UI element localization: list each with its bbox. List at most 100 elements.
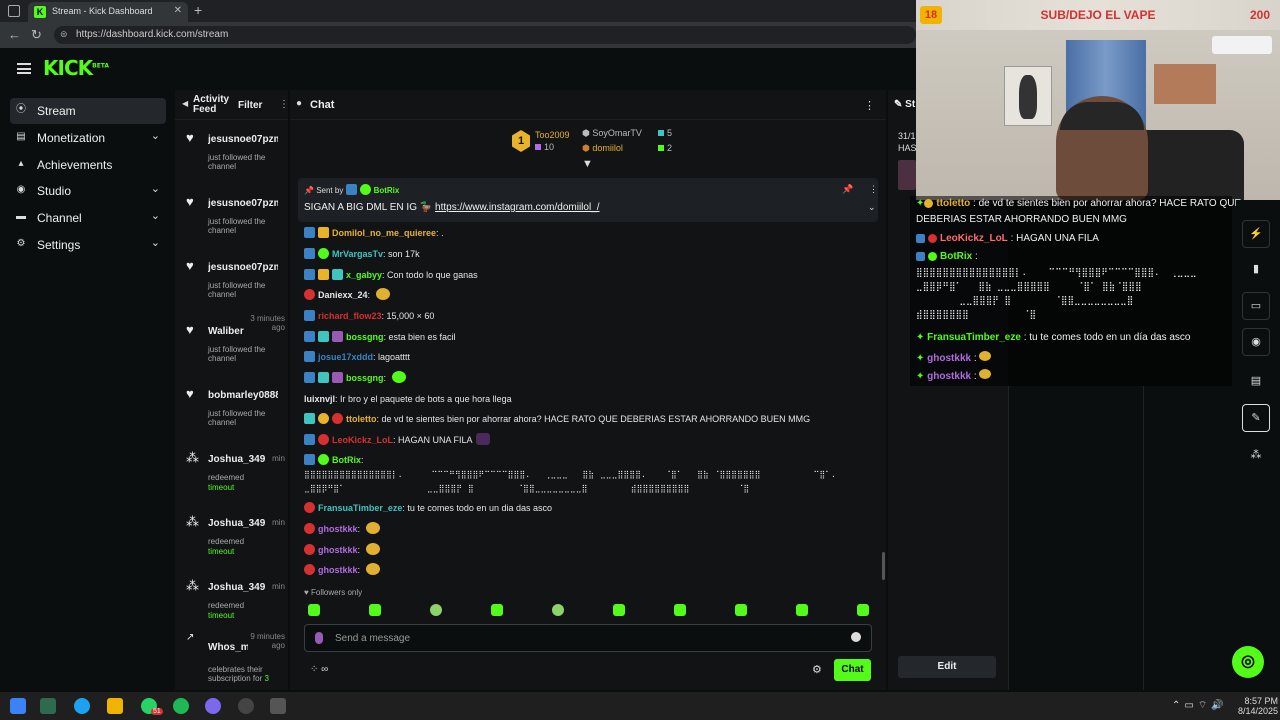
moderator-badge-icon <box>916 252 925 261</box>
file-explorer-icon[interactable] <box>107 698 123 714</box>
leader-first-name[interactable]: Too2009 <box>535 130 570 140</box>
emote-icon[interactable] <box>308 604 320 616</box>
chat-message: richard_flow23: 15,000 × 60 <box>304 309 874 323</box>
chat-username[interactable]: BotRix <box>332 455 361 465</box>
browser-tab[interactable]: K Stream - Kick Dashboard ✕ <box>28 2 188 22</box>
system-tray[interactable]: ⌃▭⌔🔊 <box>1172 699 1228 712</box>
chat-message: ghostkkk: <box>304 522 874 536</box>
more-options-icon[interactable]: ⋮ <box>869 184 878 195</box>
kick-logo[interactable]: KICKBETA <box>43 56 109 80</box>
window-menu-icon[interactable] <box>8 5 20 17</box>
edit-stream-button[interactable]: Edit <box>898 656 996 678</box>
emote-icon[interactable] <box>735 604 747 616</box>
kick-favicon-icon: K <box>34 6 46 18</box>
chat-scrollbar[interactable] <box>882 552 885 580</box>
spotify-icon[interactable] <box>173 698 189 714</box>
chat-username[interactable]: bossgng <box>346 373 384 383</box>
chat-username[interactable]: ghostkkk <box>318 565 358 575</box>
send-chat-button[interactable]: Chat <box>834 659 871 681</box>
sidebar-item-settings[interactable]: ⚙ Settings ⌄ <box>10 232 166 258</box>
chat-username[interactable]: Daniexx_24 <box>318 290 368 300</box>
moderator-badge-icon <box>304 454 315 465</box>
edge-browser-icon[interactable] <box>74 698 90 714</box>
chat-username[interactable]: luixnvjl <box>304 394 335 404</box>
site-info-icon[interactable]: ⊜ <box>60 29 68 40</box>
obs-icon[interactable] <box>238 698 254 714</box>
menu-icon[interactable] <box>17 63 31 74</box>
close-tab-icon[interactable]: ✕ <box>174 5 182 16</box>
feed-username[interactable]: Whos_m1 <box>208 642 248 653</box>
sidebar-item-achievements[interactable]: ▴ Achievements <box>10 152 166 178</box>
sidebar-item-studio[interactable]: ◉ Studio ⌄ <box>10 178 166 204</box>
chat-username[interactable]: x_gabyy <box>346 270 382 280</box>
url-text: https://dashboard.kick.com/stream <box>76 29 229 40</box>
chat-username[interactable]: richard_flow23 <box>318 311 382 321</box>
chat-username[interactable]: bossgng <box>346 332 384 342</box>
chat-username[interactable]: MrVargasTv <box>332 249 383 259</box>
feed-item-follow: ♥ jesusnoe07pzm just followed the channe… <box>175 258 288 322</box>
calculator-icon[interactable] <box>270 698 286 714</box>
more-options-icon[interactable]: ⋮ <box>279 99 289 110</box>
clock[interactable]: 8:57 PM 8/14/2025 <box>1238 696 1278 716</box>
emote-icon[interactable] <box>552 604 564 616</box>
leader-third-name[interactable]: ⬢ domiilol <box>582 143 623 154</box>
url-field[interactable]: ⊜ https://dashboard.kick.com/stream <box>54 26 916 44</box>
start-menu-icon[interactable] <box>10 698 26 714</box>
microphone-icon[interactable] <box>315 632 323 644</box>
chat-username[interactable]: Domilol_no_me_quieree <box>332 228 436 238</box>
broadcast-icon[interactable]: ◉ <box>1242 328 1270 356</box>
chat-username[interactable]: ghostkkk <box>318 545 358 555</box>
collapse-panel-icon[interactable]: ◀ <box>182 99 188 108</box>
feed-username[interactable]: Waliber <box>208 326 248 337</box>
filter-button[interactable]: Filter <box>238 100 262 111</box>
unpin-icon[interactable]: 📌 <box>842 184 853 195</box>
reload-icon[interactable]: ↻ <box>31 27 42 43</box>
new-tab-icon[interactable]: + <box>194 2 202 18</box>
emote-icon[interactable] <box>796 604 808 616</box>
feed-username[interactable]: bobmarley0888 <box>208 390 278 401</box>
chat-points-icon[interactable]: ⁘ ∞ <box>310 664 328 675</box>
pinned-sender-name[interactable]: BotRix <box>374 186 400 195</box>
leader-second-name[interactable]: ⬢ SoyOmarTV <box>582 128 642 139</box>
gift-icon <box>658 130 664 136</box>
badge-icon: ✦ <box>916 198 925 209</box>
emote-icon[interactable] <box>857 604 869 616</box>
more-options-icon[interactable]: ⋮ <box>864 99 875 112</box>
sidebar-item-monetization[interactable]: ▤ Monetization ⌄ <box>10 125 166 151</box>
feed-username[interactable]: jesusnoe07pzm <box>208 262 278 273</box>
sidebar-item-label: Achievements <box>37 158 113 172</box>
chevron-down-icon[interactable]: ⌄ <box>868 202 876 213</box>
discord-icon[interactable] <box>205 698 221 714</box>
quick-actions-icon[interactable]: ⚡ <box>1242 220 1270 248</box>
back-icon[interactable]: ← <box>8 27 21 42</box>
expand-leaderboard-icon[interactable]: ▼ <box>582 158 593 170</box>
sidebar-item-stream[interactable]: ⦿ Stream <box>10 98 166 124</box>
chat-message-input[interactable] <box>335 630 835 646</box>
emote-icon[interactable] <box>491 604 503 616</box>
pinned-link[interactable]: https://www.instagram.com/domiilol_/ <box>435 202 600 213</box>
video-icon[interactable]: ▤ <box>1242 368 1270 396</box>
chat-username[interactable]: ghostkkk <box>318 524 358 534</box>
chat-username[interactable]: josue17xddd <box>318 352 373 362</box>
feed-username[interactable]: jesusnoe07pzm <box>208 134 278 145</box>
emote-icon[interactable] <box>674 604 686 616</box>
emote-icon[interactable] <box>430 604 442 616</box>
chat-settings-icon[interactable]: ⚙ <box>812 663 822 676</box>
feed-username[interactable]: jesusnoe07pzm <box>208 198 278 209</box>
emote-icon[interactable] <box>613 604 625 616</box>
chat-popout-icon[interactable]: ▭ <box>1242 292 1270 320</box>
terminal-icon[interactable] <box>40 698 56 714</box>
emote-icon[interactable] <box>369 604 381 616</box>
moderator-badge-icon <box>916 234 925 243</box>
activity-feed-panel: ◀ Activity Feed Filter ⋮ ♥ jesusnoe07pzm… <box>175 90 289 690</box>
chat-username[interactable]: FransuaTimber_eze <box>318 503 402 513</box>
wrench-icon[interactable]: ✎ <box>1242 404 1270 432</box>
chat-username[interactable]: LeoKickz_LoL <box>332 435 393 445</box>
emoji-picker-icon[interactable] <box>851 632 861 642</box>
apps-icon[interactable]: ⁂ <box>1242 442 1270 470</box>
sidebar-item-channel[interactable]: ▬ Channel ⌄ <box>10 205 166 231</box>
chat-username[interactable]: ttoletto <box>346 414 377 424</box>
trophy-icon: ▴ <box>18 158 24 169</box>
stats-icon[interactable]: ▮ <box>1242 256 1270 284</box>
support-chat-button[interactable]: ◎ <box>1232 646 1264 678</box>
